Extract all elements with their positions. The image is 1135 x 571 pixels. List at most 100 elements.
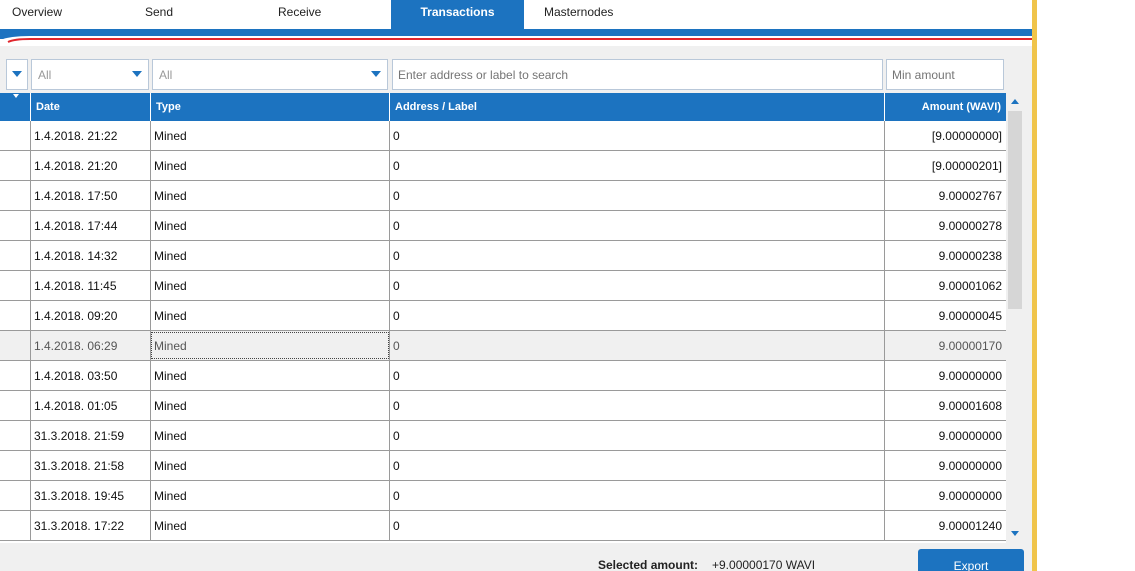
- cell-amount: 9.00001608: [938, 399, 1002, 413]
- cell-amount: 9.00000000: [938, 459, 1002, 473]
- table-row[interactable]: 1.4.2018. 14:32 Mined 0 9.00000238: [0, 241, 1006, 271]
- cell-amount: [9.00000201]: [931, 159, 1002, 173]
- min-amount-input[interactable]: [886, 59, 1004, 90]
- cell-date: 1.4.2018. 09:20: [31, 301, 151, 330]
- cell-date: 31.3.2018. 19:45: [31, 481, 151, 510]
- cell-type: Mined: [151, 151, 390, 180]
- date-filter[interactable]: All: [31, 59, 149, 90]
- cell-amount: 9.00000000: [938, 369, 1002, 383]
- cell-address: 0: [390, 331, 885, 360]
- table-row[interactable]: 1.4.2018. 21:20 Mined 0 [9.00000201]: [0, 151, 1006, 181]
- cell-type: Mined: [151, 241, 390, 270]
- table-row[interactable]: 1.4.2018. 21:22 Mined 0 [9.00000000]: [0, 121, 1006, 151]
- tab-send[interactable]: Send: [145, 0, 185, 29]
- search-input[interactable]: [392, 59, 883, 90]
- chevron-down-icon: [132, 71, 142, 77]
- cell-date: 1.4.2018. 21:22: [31, 121, 151, 150]
- cell-watch-only: [0, 271, 31, 300]
- sort-indicator-icon: [13, 94, 19, 98]
- cell-address: 0: [390, 211, 885, 240]
- cell-type: Mined: [151, 271, 390, 300]
- cell-date: 31.3.2018. 17:22: [31, 511, 151, 540]
- table-row[interactable]: 1.4.2018. 03:50 Mined 0 9.00000000: [0, 361, 1006, 391]
- cell-date: 31.3.2018. 21:58: [31, 451, 151, 480]
- wallet-window: Overview Send Receive Transactions Maste…: [0, 0, 1135, 571]
- tab-receive[interactable]: Receive: [278, 0, 328, 29]
- scrollbar-thumb[interactable]: [1008, 111, 1022, 309]
- tab-overview[interactable]: Overview: [12, 0, 72, 29]
- selected-amount-label: Selected amount:: [598, 558, 699, 571]
- cell-date: 1.4.2018. 14:32: [31, 241, 151, 270]
- transactions-table: Date Type Address / Label Amount (WAVI) …: [0, 93, 1006, 543]
- cell-watch-only: [0, 451, 31, 480]
- export-button[interactable]: Export: [918, 549, 1024, 571]
- cell-date: 1.4.2018. 17:44: [31, 211, 151, 240]
- cell-amount: 9.00001240: [938, 519, 1002, 533]
- cell-watch-only: [0, 121, 31, 150]
- cell-type: Mined: [151, 121, 390, 150]
- header-address[interactable]: Address / Label: [390, 93, 885, 121]
- cell-address: 0: [390, 241, 885, 270]
- table-row[interactable]: 31.3.2018. 21:59 Mined 0 9.00000000: [0, 421, 1006, 451]
- table-header: Date Type Address / Label Amount (WAVI): [0, 93, 1006, 121]
- tab-masternodes[interactable]: Masternodes: [544, 0, 624, 29]
- cell-address: 0: [390, 271, 885, 300]
- table-row[interactable]: 1.4.2018. 06:29 Mined 0 9.00000170: [0, 331, 1006, 361]
- scroll-up-icon[interactable]: [1011, 99, 1019, 104]
- cell-amount: 9.00000045: [938, 309, 1002, 323]
- cell-watch-only: [0, 181, 31, 210]
- cell-amount: 9.00002767: [938, 189, 1002, 203]
- cell-type: Mined: [151, 481, 390, 510]
- cell-amount: 9.00000238: [938, 249, 1002, 263]
- table-row[interactable]: 1.4.2018. 17:50 Mined 0 9.00002767: [0, 181, 1006, 211]
- focus-rectangle: [151, 332, 389, 359]
- cell-date: 1.4.2018. 17:50: [31, 181, 151, 210]
- tab-transactions[interactable]: Transactions: [391, 0, 524, 29]
- table-row[interactable]: 1.4.2018. 01:05 Mined 0 9.00001608: [0, 391, 1006, 421]
- header-watch-only[interactable]: [0, 93, 31, 121]
- cell-watch-only: [0, 421, 31, 450]
- cell-address: 0: [390, 151, 885, 180]
- cell-type: Mined: [151, 391, 390, 420]
- watch-only-filter[interactable]: [6, 59, 28, 90]
- cell-date: 1.4.2018. 03:50: [31, 361, 151, 390]
- cell-watch-only: [0, 241, 31, 270]
- cell-address: 0: [390, 511, 885, 540]
- header-date[interactable]: Date: [31, 93, 151, 121]
- header-type[interactable]: Type: [151, 93, 390, 121]
- table-row[interactable]: 31.3.2018. 17:22 Mined 0 9.00001240: [0, 511, 1006, 541]
- table-row[interactable]: 1.4.2018. 09:20 Mined 0 9.00000045: [0, 301, 1006, 331]
- cell-amount: 9.00000278: [938, 219, 1002, 233]
- cell-type: Mined: [151, 211, 390, 240]
- type-filter-value: All: [159, 68, 173, 82]
- cell-address: 0: [390, 391, 885, 420]
- cell-date: 31.3.2018. 21:59: [31, 421, 151, 450]
- cell-type: Mined: [151, 451, 390, 480]
- table-row[interactable]: 31.3.2018. 21:58 Mined 0 9.00000000: [0, 451, 1006, 481]
- cell-address: 0: [390, 361, 885, 390]
- scroll-down-icon[interactable]: [1011, 531, 1019, 536]
- table-row[interactable]: 1.4.2018. 11:45 Mined 0 9.00001062: [0, 271, 1006, 301]
- type-filter[interactable]: All: [152, 59, 388, 90]
- table-row[interactable]: 1.4.2018. 17:44 Mined 0 9.00000278: [0, 211, 1006, 241]
- cell-watch-only: [0, 361, 31, 390]
- cell-address: 0: [390, 481, 885, 510]
- cell-date: 1.4.2018. 11:45: [31, 271, 151, 300]
- cell-address: 0: [390, 451, 885, 480]
- cell-amount: 9.00000170: [938, 339, 1002, 353]
- cell-address: 0: [390, 181, 885, 210]
- cell-type: Mined: [151, 421, 390, 450]
- cell-date: 1.4.2018. 01:05: [31, 391, 151, 420]
- cell-watch-only: [0, 331, 31, 360]
- window-border: [1032, 0, 1037, 571]
- nav-decoration: [0, 36, 1032, 46]
- selected-amount-value: +9.00000170 WAVI: [712, 558, 816, 571]
- cell-amount: 9.00001062: [938, 279, 1002, 293]
- cell-type: Mined: [151, 511, 390, 540]
- table-row[interactable]: 31.3.2018. 19:45 Mined 0 9.00000000: [0, 481, 1006, 511]
- cell-address: 0: [390, 121, 885, 150]
- chevron-down-icon: [371, 71, 381, 77]
- cell-date: 1.4.2018. 21:20: [31, 151, 151, 180]
- header-amount[interactable]: Amount (WAVI): [885, 93, 1006, 121]
- cell-watch-only: [0, 211, 31, 240]
